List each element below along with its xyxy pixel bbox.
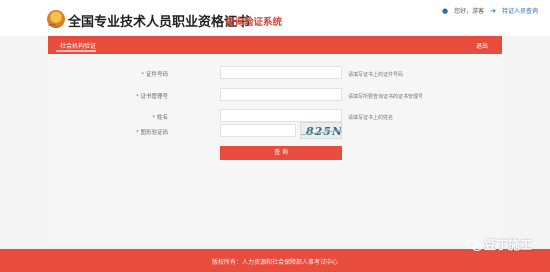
name-label: * 姓名 — [152, 115, 168, 121]
wechat-icon — [466, 239, 482, 251]
site-title: 全国专业技术人员职业资格证书 — [68, 15, 251, 30]
id-number-label: * 证件号码 — [141, 72, 168, 78]
captcha-label: * 图形验证码 — [135, 130, 168, 136]
cert-mgmt-number-input[interactable] — [220, 88, 342, 101]
captcha-image[interactable]: 825N — [300, 122, 342, 139]
copyright-text: 版权所有：人力资源和社会保障部人事考试中心 — [211, 259, 338, 266]
query-button[interactable]: 查 询 — [220, 146, 342, 160]
cert-mgmt-number-label: * 证书管理号 — [135, 94, 168, 100]
tab-institution-verify[interactable]: 社会机构验证 — [60, 41, 96, 50]
arrow-icon: ➔ — [490, 6, 496, 15]
watermark-text: 豆丁施工 — [483, 238, 532, 252]
certificate-holder-query-link[interactable]: 持证人员查询 — [502, 6, 538, 15]
captcha-input[interactable] — [220, 124, 296, 137]
id-number-hint: 请填写证书上的证件号码 — [348, 72, 404, 78]
cert-mgmt-number-hint: 请填写所要查询证书的证书管理号 — [348, 94, 424, 100]
user-icon: ● — [441, 6, 449, 15]
top-right-links: ● 您好，游客 ➔ 持证人员查询 — [441, 6, 538, 16]
header: OSTA 全国专业技术人员职业资格证书 查询验证系统 ● 您好，游客 ➔ 持证人… — [0, 0, 550, 36]
greeting-text: 您好，游客 — [454, 8, 485, 15]
main-content: * 证件号码 请填写证书上的证件号码 * 证书管理号 请填写所要查询证书的证书管… — [48, 54, 502, 244]
site-subtitle: 查询验证系统 — [225, 17, 283, 28]
logo-text: OSTA — [48, 23, 56, 27]
name-hint: 请填写证书上的姓名 — [348, 115, 394, 121]
id-number-input[interactable] — [220, 66, 342, 79]
active-tab-indicator — [56, 50, 96, 52]
nav-bar: 社会机构验证 退出 — [48, 36, 502, 54]
watermark: 豆丁施工 — [466, 236, 532, 253]
name-input[interactable] — [220, 109, 342, 122]
exit-button[interactable]: 退出 — [476, 41, 488, 50]
